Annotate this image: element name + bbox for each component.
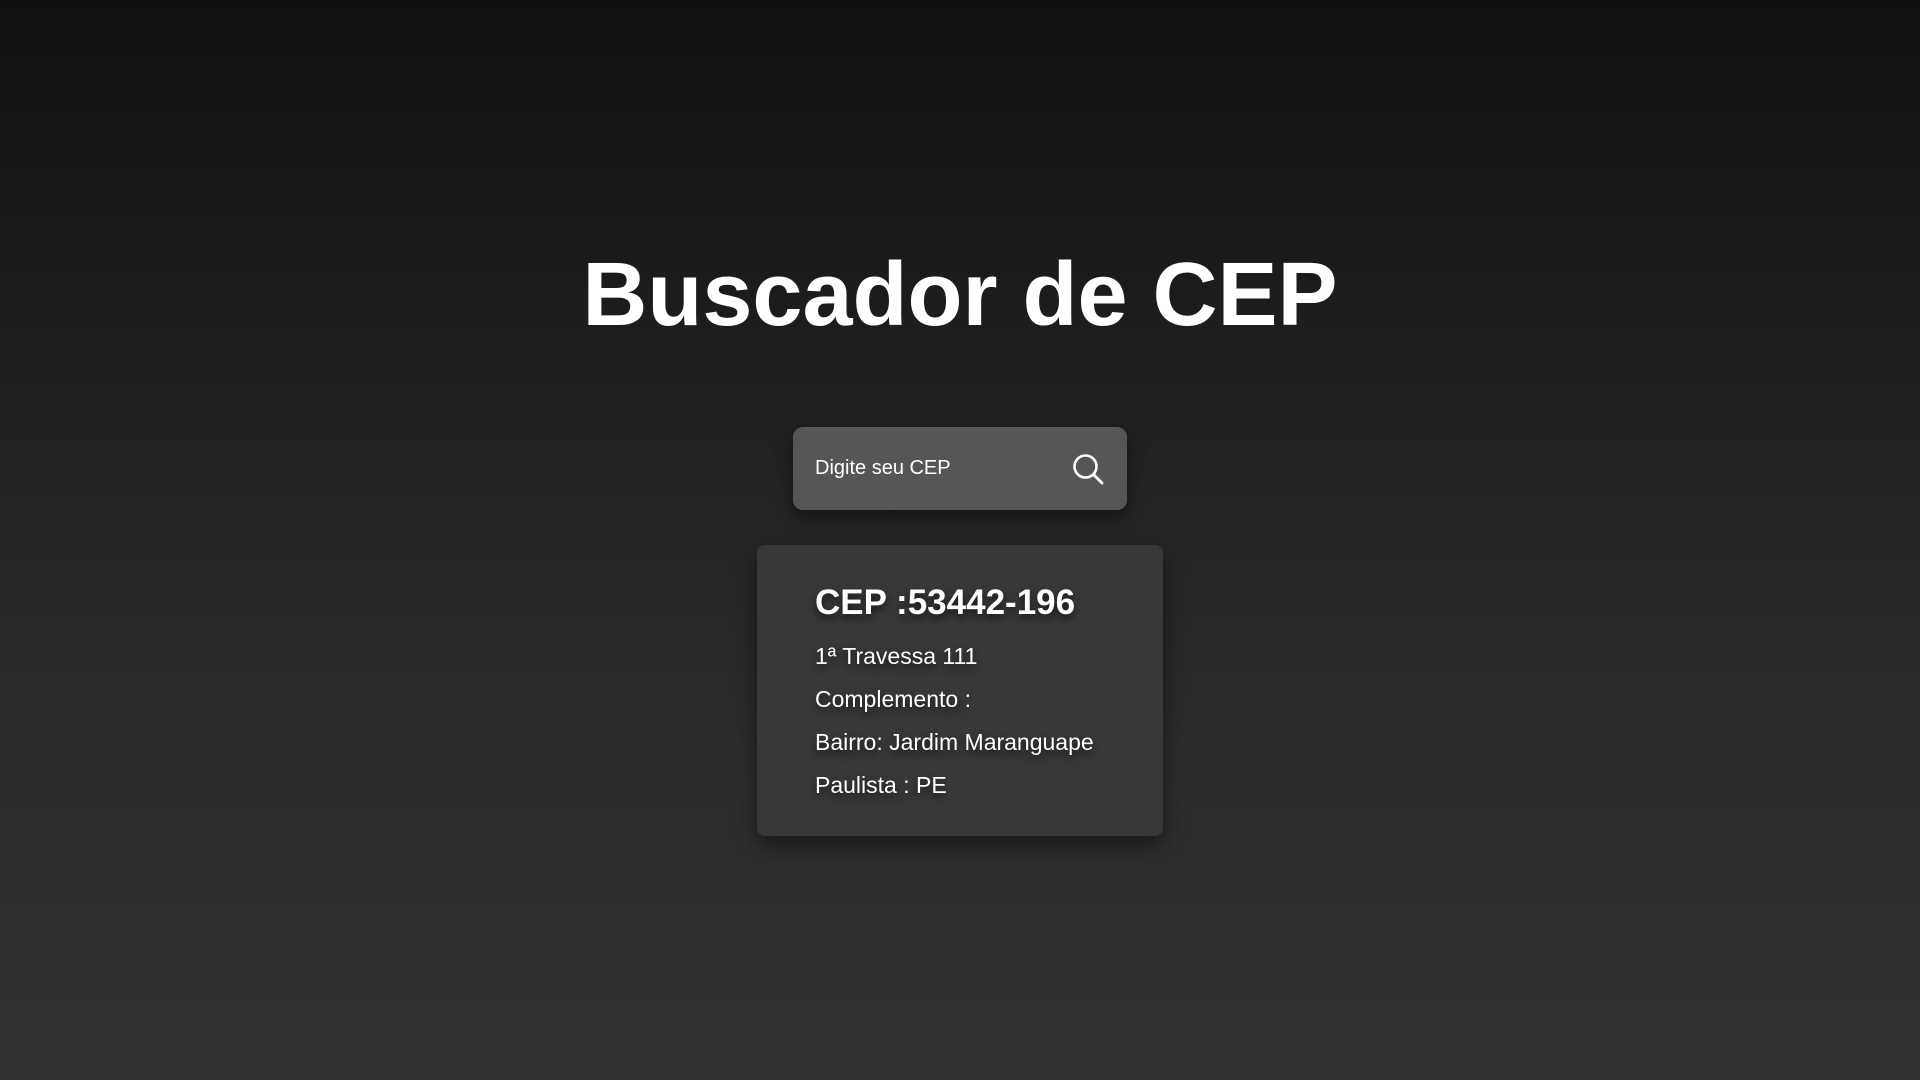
search-box	[793, 427, 1127, 510]
result-card: CEP :53442-196 1ª Travessa 111 Complemen…	[757, 545, 1163, 836]
cidade-uf-text: Paulista : PE	[815, 772, 947, 798]
page-title: Buscador de CEP	[582, 245, 1338, 345]
search-button[interactable]	[1069, 450, 1107, 488]
bairro-text: Bairro: Jardim Maranguape	[815, 729, 1094, 755]
complemento-text: Complemento :	[815, 686, 971, 712]
search-icon	[1073, 454, 1104, 485]
logradouro-text: 1ª Travessa 111	[815, 643, 978, 669]
cep-result-heading: CEP :53442-196	[815, 583, 1076, 622]
cep-search-input[interactable]	[815, 427, 1045, 510]
